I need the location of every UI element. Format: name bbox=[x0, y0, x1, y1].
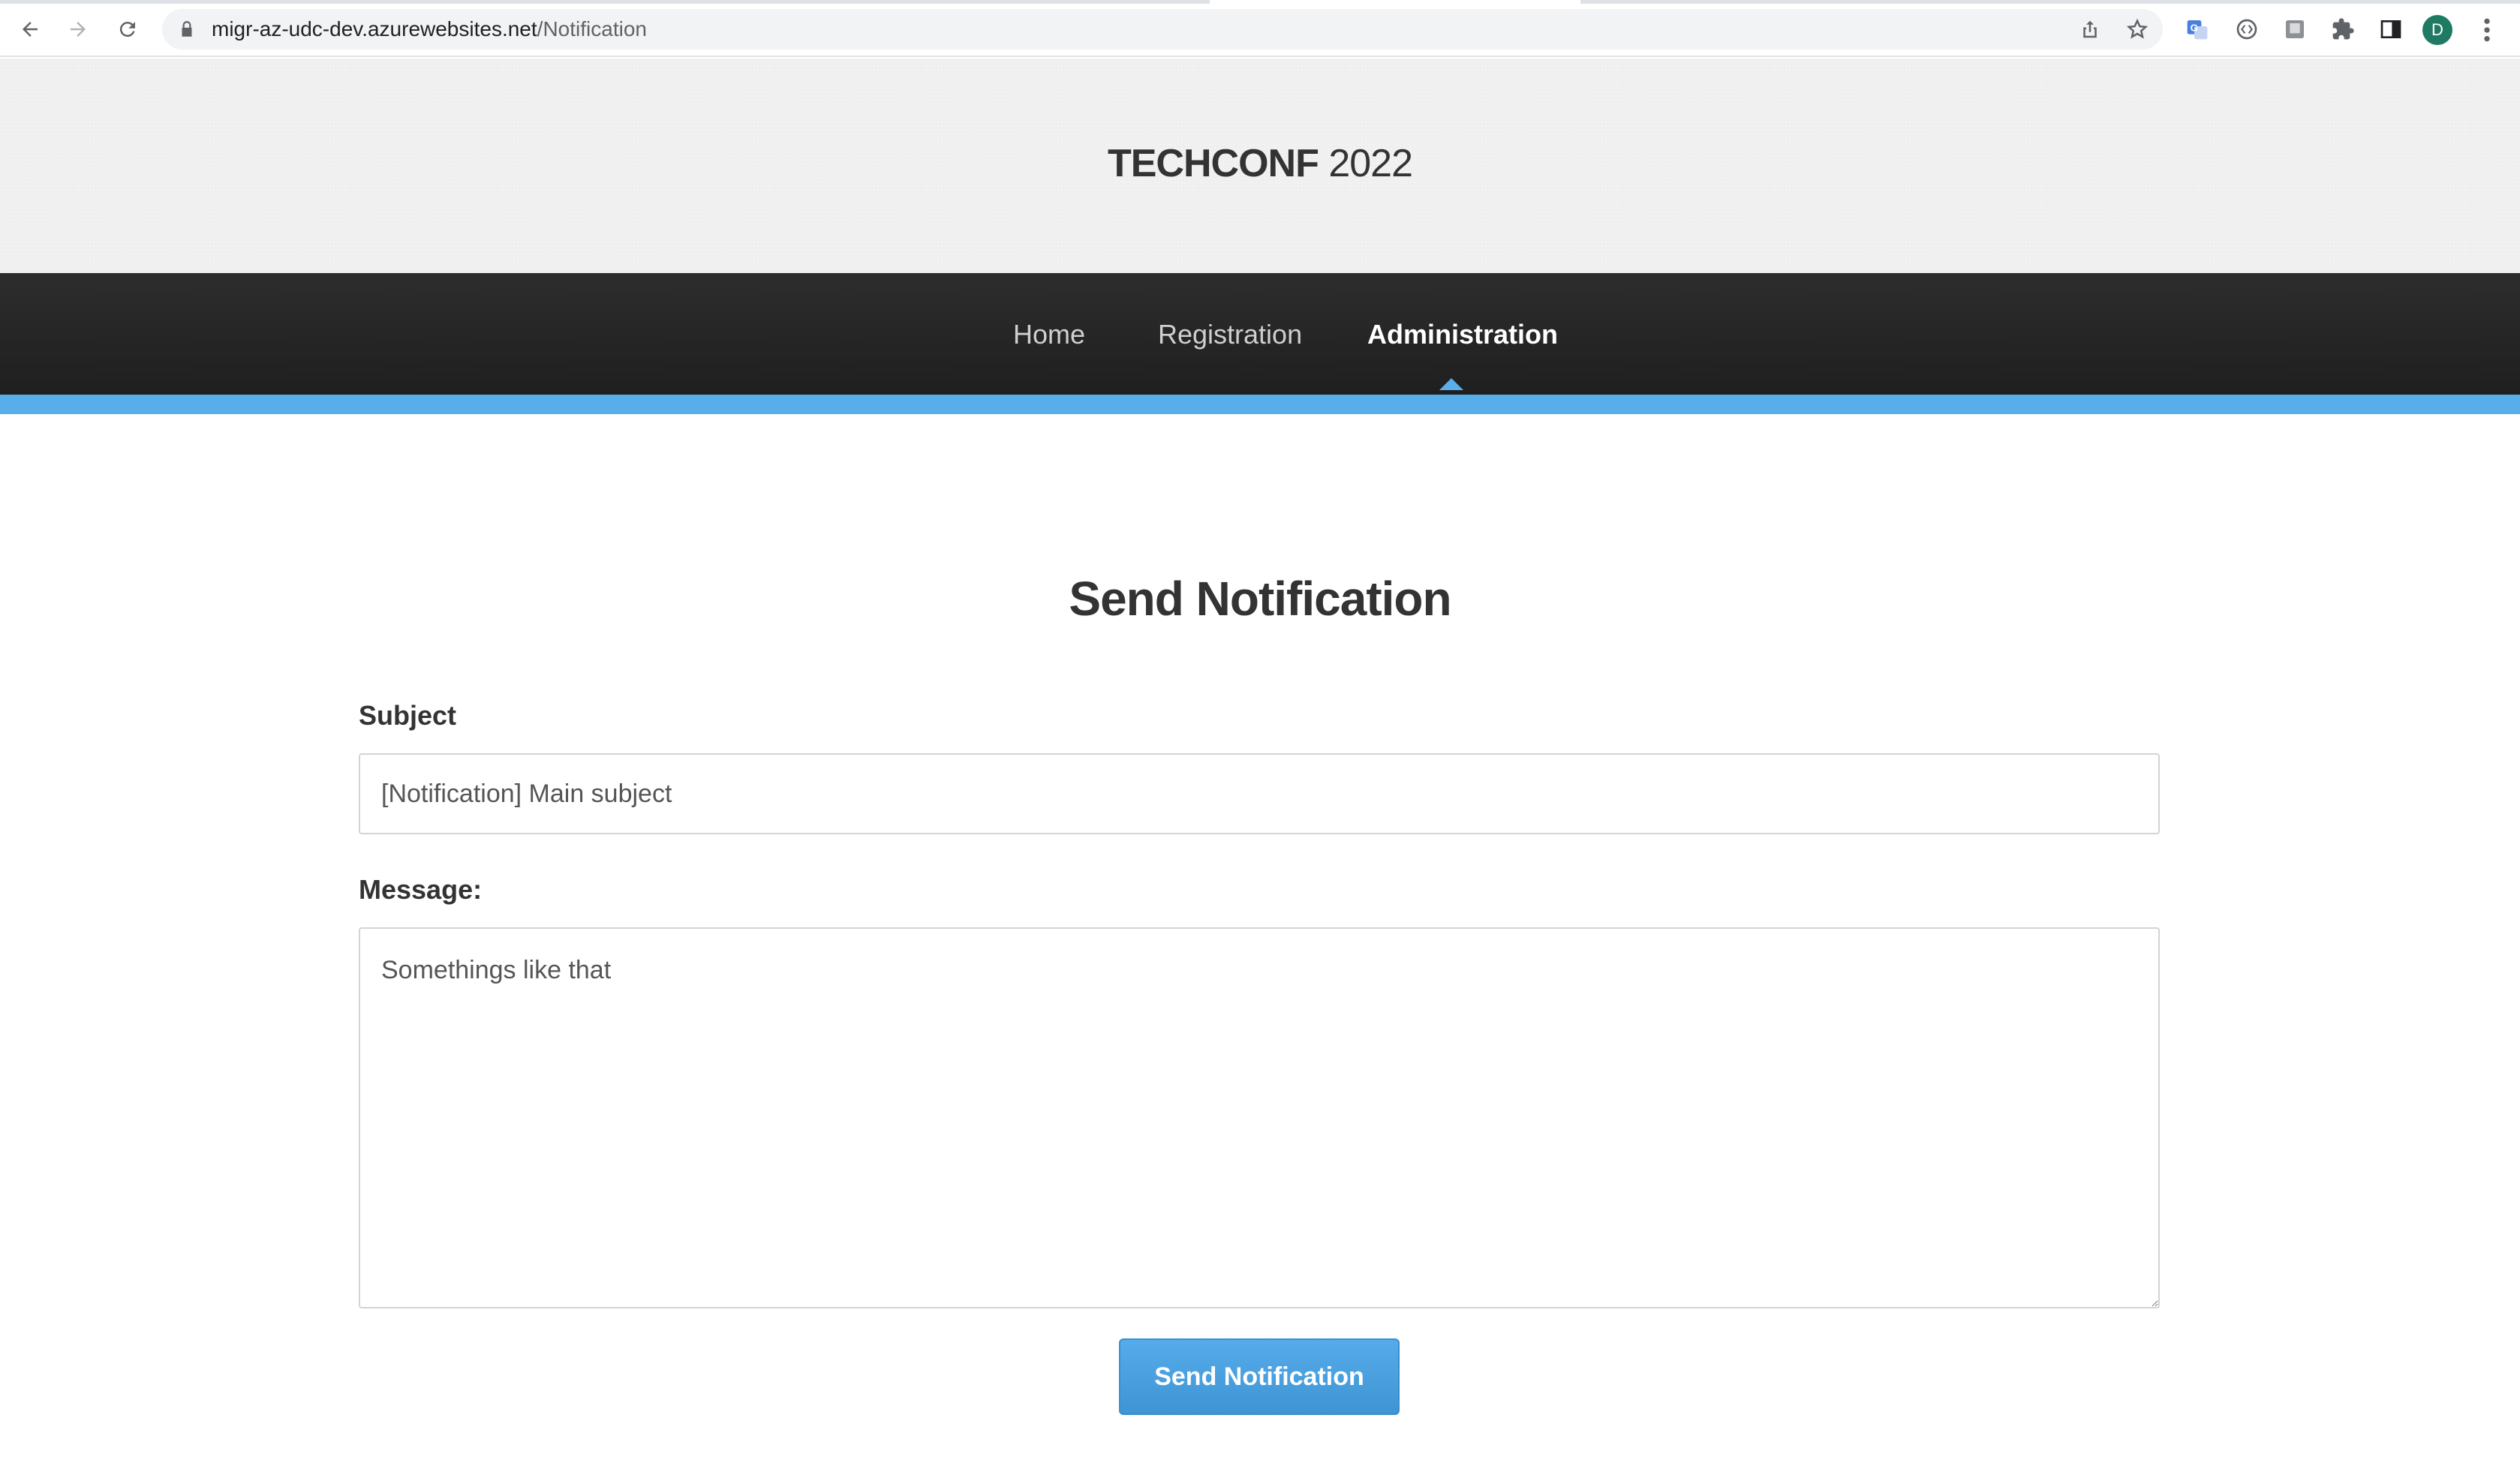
active-nav-indicator bbox=[1439, 378, 1463, 390]
back-arrow-icon bbox=[23, 22, 38, 37]
lock-icon[interactable] bbox=[177, 20, 197, 39]
more-menu-icon[interactable] bbox=[2481, 15, 2493, 45]
url-host: migr-az-udc-dev.azurewebsites.net bbox=[212, 17, 537, 41]
nav-item-administration[interactable]: Administration bbox=[1367, 318, 1558, 351]
logo-brand: TECHCONF bbox=[1107, 142, 1319, 185]
bookmark-star-icon[interactable] bbox=[2126, 18, 2149, 41]
forward-arrow-icon bbox=[71, 22, 86, 37]
url-text[interactable]: migr-az-udc-dev.azurewebsites.net/Notifi… bbox=[212, 19, 647, 40]
main-navigation: Home Registration Administration bbox=[0, 273, 2520, 395]
nav-item-home[interactable]: Home bbox=[1013, 318, 1085, 351]
page-title: Send Notification bbox=[1069, 572, 1451, 626]
side-panel-icon[interactable] bbox=[2377, 16, 2404, 43]
message-label: Message: bbox=[359, 874, 483, 905]
logo-year: 2022 bbox=[1328, 142, 1413, 185]
back-button[interactable] bbox=[15, 14, 45, 44]
url-path: /Notification bbox=[537, 17, 647, 41]
nav-item-registration[interactable]: Registration bbox=[1158, 318, 1302, 351]
reload-icon bbox=[119, 22, 135, 38]
forward-button[interactable] bbox=[63, 14, 93, 44]
svg-text:G: G bbox=[2191, 23, 2198, 34]
site-logo[interactable]: TECHCONF 2022 bbox=[0, 141, 2520, 186]
tab-strip bbox=[0, 0, 2520, 4]
active-tab[interactable] bbox=[1210, 0, 1580, 4]
share-icon[interactable] bbox=[2079, 18, 2101, 41]
site-header: TECHCONF 2022 bbox=[0, 59, 2520, 273]
image-extension-icon[interactable] bbox=[2281, 16, 2308, 43]
code-extension-icon[interactable] bbox=[2233, 16, 2260, 43]
subject-input[interactable] bbox=[359, 753, 2160, 834]
address-bar[interactable]: migr-az-udc-dev.azurewebsites.net/Notifi… bbox=[162, 9, 2163, 50]
subject-label: Subject bbox=[359, 700, 457, 731]
accent-stripe bbox=[0, 395, 2520, 414]
message-textarea[interactable]: Somethings like that bbox=[359, 927, 2160, 1308]
browser-toolbar: migr-az-udc-dev.azurewebsites.net/Notifi… bbox=[0, 0, 2520, 57]
extensions-puzzle-icon[interactable] bbox=[2329, 16, 2356, 43]
reload-button[interactable] bbox=[113, 14, 143, 44]
profile-avatar[interactable]: D bbox=[2422, 15, 2452, 45]
send-notification-button[interactable]: Send Notification bbox=[1119, 1338, 1400, 1415]
translate-extension-icon[interactable]: G bbox=[2184, 16, 2211, 43]
